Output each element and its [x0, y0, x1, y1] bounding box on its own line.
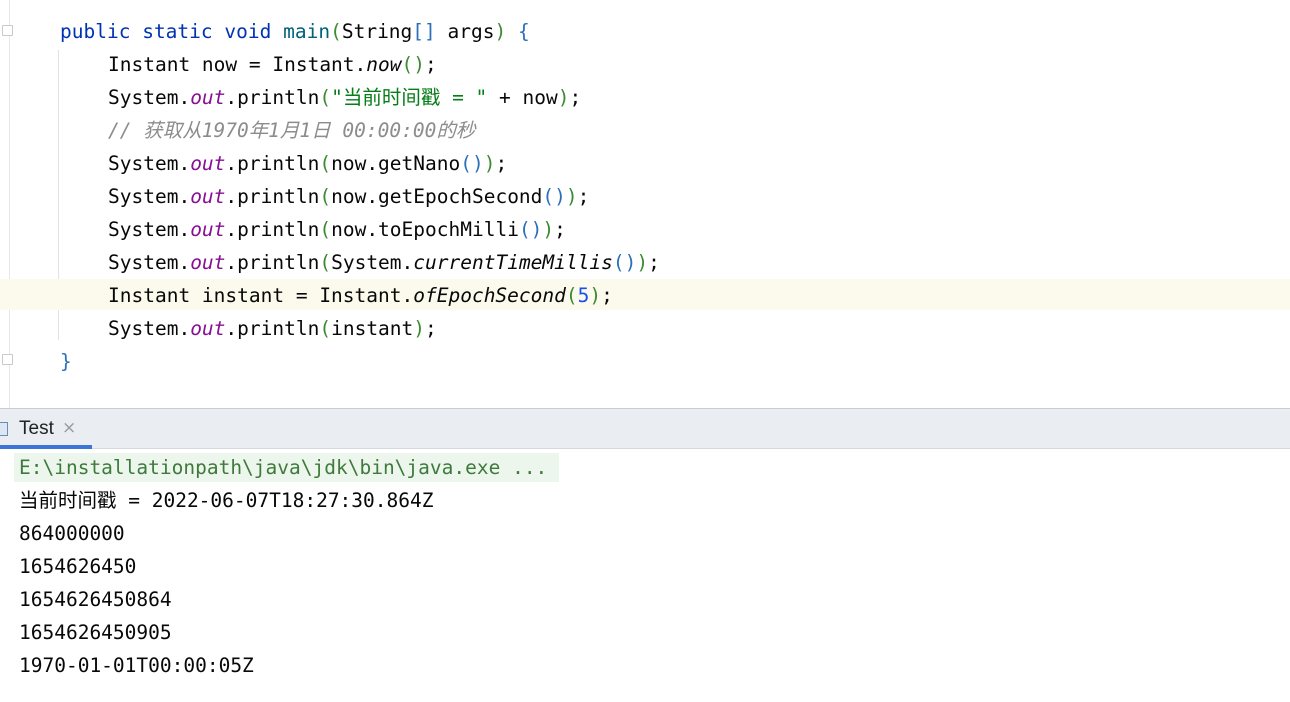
tab-label: Test [19, 418, 54, 439]
console-line: 1654626450 [19, 555, 137, 578]
code-line-print-timestamp[interactable]: System.out.println("当前时间戳 = " + now); [108, 81, 581, 114]
console-command-line[interactable]: E:\installationpath\java\jdk\bin\java.ex… [19, 451, 547, 484]
console-line: 864000000 [19, 522, 125, 545]
code-comment[interactable]: // 获取从1970年1月1日 00:00:00的秒 [108, 114, 475, 147]
code-line-print-nano[interactable]: System.out.println(now.getNano()); [108, 147, 507, 180]
console-output[interactable]: E:\installationpath\java\jdk\bin\java.ex… [0, 449, 1290, 702]
code-line-of-epoch-second[interactable]: Instant instant = Instant.ofEpochSecond(… [108, 279, 613, 312]
console-line: 当前时间戳 = 2022-06-07T18:27:30.864Z [19, 489, 434, 512]
code-line-print-epoch-milli[interactable]: System.out.println(now.toEpochMilli()); [108, 213, 566, 246]
code-line-main-signature[interactable]: public static void main(String[] args) { [60, 15, 530, 48]
code-line-instant-now[interactable]: Instant now = Instant.now(); [108, 48, 437, 81]
code-line-print-instant[interactable]: System.out.println(instant); [108, 312, 437, 345]
gutter-border [9, 0, 10, 408]
code-line-print-epoch-second[interactable]: System.out.println(now.getEpochSecond())… [108, 180, 589, 213]
code-line-print-current-millis[interactable]: System.out.println(System.currentTimeMil… [108, 246, 660, 279]
console-line: 1654626450905 [19, 621, 172, 644]
tab-test[interactable]: Test × [0, 409, 92, 449]
console-line: 1654626450864 [19, 588, 172, 611]
code-editor[interactable]: public static void main(String[] args) {… [0, 0, 1290, 408]
console-line: 1970-01-01T00:00:05Z [19, 654, 254, 677]
fold-open-icon[interactable] [2, 25, 13, 36]
fold-close-icon[interactable] [2, 354, 13, 365]
close-icon[interactable]: × [62, 418, 76, 438]
code-line-closing-brace[interactable]: } [60, 345, 72, 378]
run-panel-header: Test × [0, 408, 1290, 449]
run-config-icon [0, 422, 8, 436]
